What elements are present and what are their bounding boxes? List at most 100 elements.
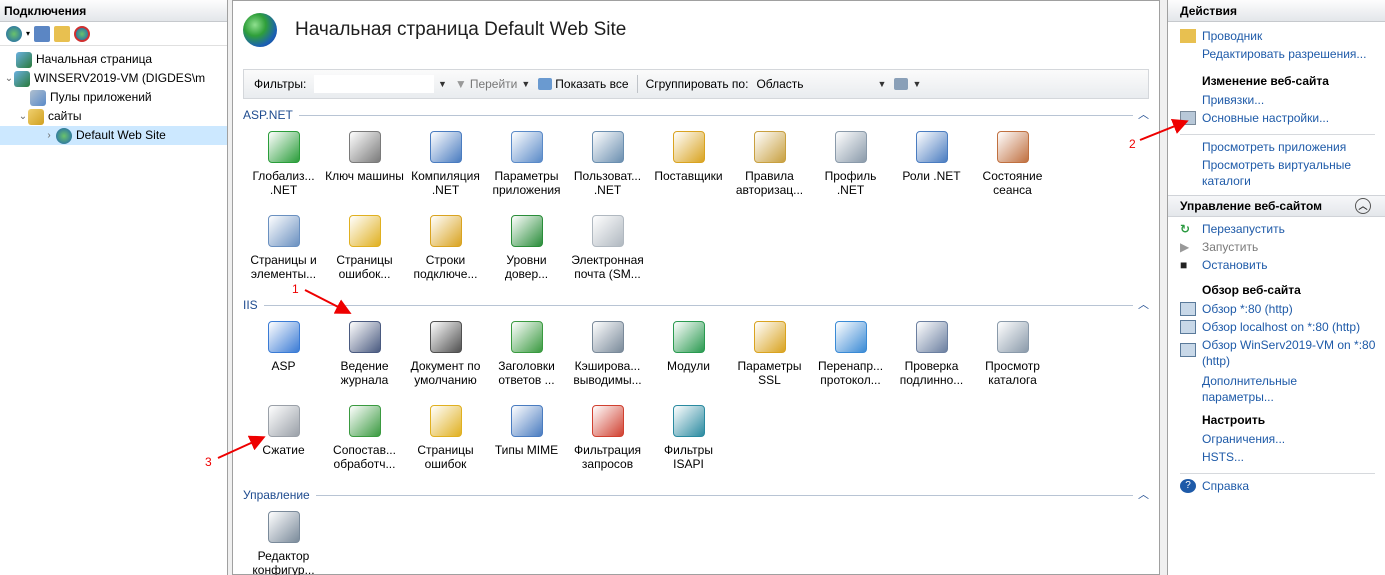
config-editor-icon (267, 511, 300, 543)
divider (1180, 473, 1375, 474)
server-icon (14, 70, 30, 87)
save-icon[interactable] (34, 25, 51, 42)
view-mode-button[interactable]: ▼ (894, 78, 921, 90)
feature-tile-label: Строки подключе... (413, 253, 478, 281)
tree-item-default-web-site[interactable]: › Default Web Site (0, 126, 227, 145)
browse-localhost-link[interactable]: Обзор localhost on *:80 (http) (1168, 319, 1385, 337)
start-link[interactable]: ▶ Запустить (1168, 239, 1385, 257)
expand-chevron-icon[interactable]: ⌄ (4, 69, 14, 88)
isapi-filters-icon (672, 405, 705, 437)
view-applications-link[interactable]: Просмотреть приложения (1168, 139, 1385, 157)
show-all-icon (538, 78, 553, 90)
feature-tile-users[interactable]: Пользоват... .NET (567, 125, 648, 209)
feature-tile-compression[interactable]: Сжатие (243, 399, 324, 483)
profile-icon (834, 131, 867, 163)
feature-tile-output-caching[interactable]: Кэширова... выводимы... (567, 315, 648, 399)
limits-link[interactable]: Ограничения... (1168, 431, 1385, 449)
start-page-icon (16, 51, 32, 68)
browse-80-link[interactable]: Обзор *:80 (http) (1168, 301, 1385, 319)
up-folder-icon[interactable] (54, 25, 71, 42)
feature-tile-roles[interactable]: Роли .NET (891, 125, 972, 209)
mime-types-icon (510, 405, 543, 437)
dropdown-arrow-icon[interactable]: ▾ (26, 29, 30, 38)
feature-tile-label: Пользоват... .NET (573, 169, 642, 197)
feature-tile-asp[interactable]: ASP (243, 315, 324, 399)
tree-item-label: Начальная страница (36, 52, 153, 66)
actions-explore-section: Проводник Редактировать разрешения... (1168, 22, 1385, 70)
feature-tile-mime-types[interactable]: Типы MIME (486, 399, 567, 483)
feature-tile-app-settings[interactable]: Параметры приложения (486, 125, 567, 209)
collapse-group-icon[interactable]: ︿ (1138, 105, 1149, 125)
stop-link[interactable]: ■ Остановить (1168, 257, 1385, 275)
hsts-link[interactable]: HSTS... (1168, 449, 1385, 467)
collapse-section-icon[interactable]: ︿ (1355, 198, 1371, 214)
feature-tile-label: Модули (667, 359, 710, 373)
view-grid-icon (894, 78, 909, 90)
help-link[interactable]: ? Справка (1168, 478, 1385, 496)
tree-item-label: сайты (48, 109, 82, 123)
feature-tile-request-filtering[interactable]: Фильтрация запросов (567, 399, 648, 483)
feature-tile-label: Страницы ошибок... (336, 253, 393, 281)
authorization-icon (753, 131, 786, 163)
feature-tile-error-pages-iis[interactable]: Страницы ошибок (405, 399, 486, 483)
feature-tile-profile[interactable]: Профиль .NET (810, 125, 891, 209)
group-by-label: Сгруппировать по: (645, 77, 749, 91)
expand-chevron-icon[interactable]: ⌄ (18, 107, 28, 126)
group-management-items: Редактор конфигур... (243, 505, 1063, 575)
feature-tile-default-document[interactable]: Документ по умолчанию (405, 315, 486, 399)
feature-tile-email[interactable]: Электронная почта (SM... (567, 209, 648, 293)
feature-tile-ssl[interactable]: Параметры SSL (729, 315, 810, 399)
feature-tile-isapi-filters[interactable]: Фильтры ISAPI (648, 399, 729, 483)
collapsed-chevron-icon[interactable]: › (44, 126, 54, 145)
feature-tile-connection-strings[interactable]: Строки подключе... (405, 209, 486, 293)
feature-tile-logging[interactable]: Ведение журнала (324, 315, 405, 399)
feature-tile-machine-key[interactable]: Ключ машины (324, 125, 405, 209)
explore-link[interactable]: Проводник (1168, 28, 1385, 46)
feature-tile-directory-browsing[interactable]: Просмотр каталога (972, 315, 1053, 399)
view-virtual-directories-link[interactable]: Просмотреть виртуальные каталоги (1168, 157, 1385, 189)
feature-tile-authorization[interactable]: Правила авторизац... (729, 125, 810, 209)
feature-tile-config-editor[interactable]: Редактор конфигур... (243, 505, 324, 575)
feature-tile-redirect[interactable]: Перенапр... протокол... (810, 315, 891, 399)
collapse-group-icon[interactable]: ︿ (1138, 295, 1149, 315)
feature-tile-providers[interactable]: Поставщики (648, 125, 729, 209)
feature-tile-label: Профиль .NET (824, 169, 877, 197)
connect-globe-icon[interactable] (6, 25, 22, 42)
group-iis-items: ASP Ведение журнала Документ по умолчанию З… (243, 315, 1063, 483)
tree-item-sites[interactable]: ⌄ сайты (0, 107, 227, 126)
feature-tile-modules[interactable]: Модули (648, 315, 729, 399)
browse-vm-link[interactable]: Обзор WinServ2019-VM on *:80 (http) (1168, 337, 1378, 369)
go-button[interactable]: ▼ Перейти ▼ (455, 77, 530, 91)
restart-link[interactable]: ↻ Перезапустить (1168, 221, 1385, 239)
feature-tile-compilation[interactable]: Компиляция .NET (405, 125, 486, 209)
collapse-group-icon[interactable]: ︿ (1138, 485, 1149, 505)
feature-tile-globe[interactable]: Глобализ... .NET (243, 125, 324, 209)
pages-controls-icon (267, 215, 300, 247)
feature-tile-handler-mappings[interactable]: Сопостав... обработч... (324, 399, 405, 483)
show-all-button[interactable]: Показать все (538, 77, 629, 91)
feature-tile-response-headers[interactable]: Заголовки ответов ... (486, 315, 567, 399)
tree-item-start-page[interactable]: Начальная страница (0, 50, 227, 69)
browse-site-header: Обзор веб-сайта (1202, 283, 1301, 297)
feature-tile-label: Параметры SSL (737, 359, 802, 387)
actions-pane: Действия Проводник Редактировать разреше… (1167, 0, 1385, 575)
advanced-settings-link[interactable]: Дополнительные параметры... (1168, 373, 1358, 405)
filter-dropdown-icon[interactable]: ▼ (438, 79, 447, 89)
filter-input[interactable] (314, 75, 434, 93)
feature-tile-error-pages[interactable]: Страницы ошибок... (324, 209, 405, 293)
edit-permissions-link[interactable]: Редактировать разрешения... (1168, 46, 1385, 64)
settings-page-icon (1180, 111, 1196, 125)
feature-tile-pages-controls[interactable]: Страницы и элементы... (243, 209, 324, 293)
basic-settings-link[interactable]: Основные настройки... (1168, 110, 1385, 128)
tree-item-app-pools[interactable]: Пулы приложений (0, 88, 227, 107)
tree-item-server[interactable]: ⌄ WINSERV2019-VM (DIGDES\m (0, 69, 227, 88)
feature-tile-session[interactable]: Состояние сеанса (972, 125, 1053, 209)
feature-tile-label: Документ по умолчанию (410, 359, 481, 387)
bindings-link[interactable]: Привязки... (1168, 92, 1385, 110)
feature-tile-authentication[interactable]: Проверка подлинно... (891, 315, 972, 399)
feature-tile-trust-levels[interactable]: Уровни довер... (486, 209, 567, 293)
group-by-select[interactable]: Область ▼ (756, 77, 886, 91)
disconnect-icon[interactable] (74, 25, 91, 42)
